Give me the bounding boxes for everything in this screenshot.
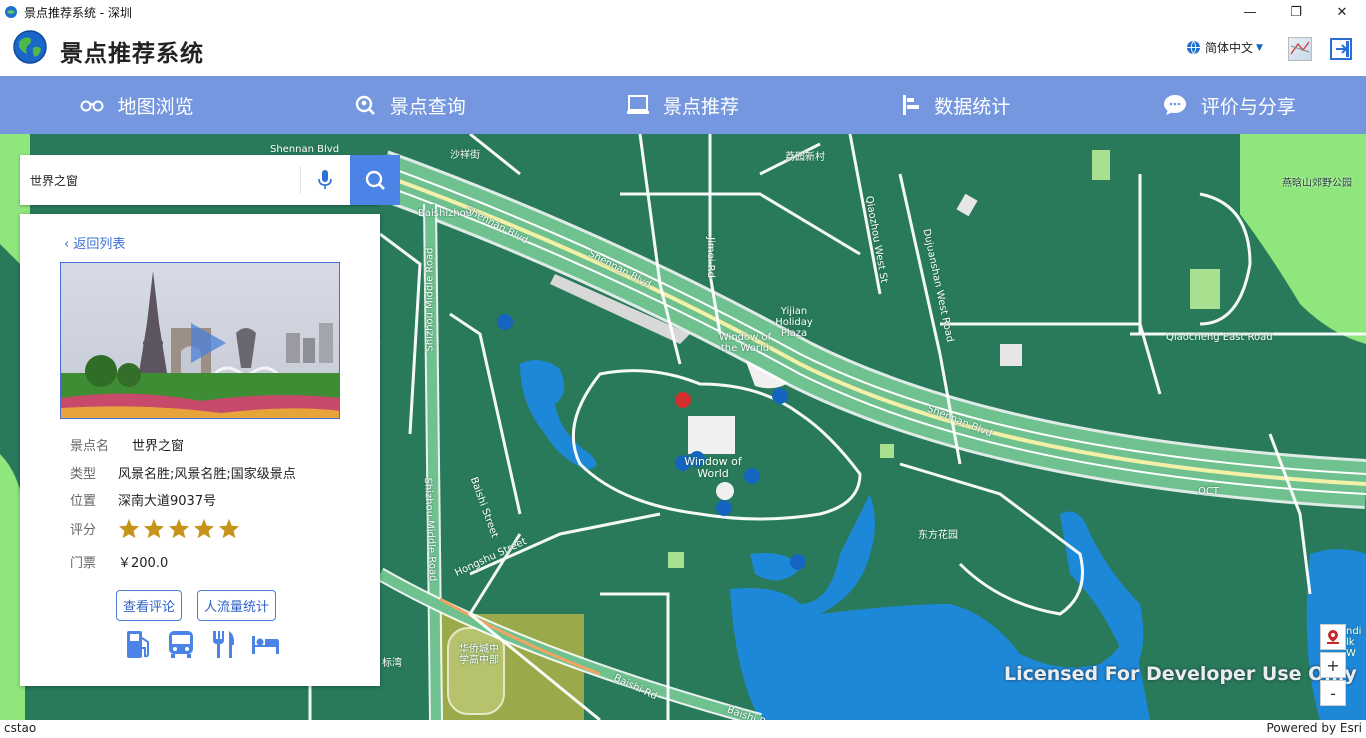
search-icon (365, 170, 385, 190)
action-buttons: 查看评论 人流量统计 (116, 590, 277, 621)
globe-icon (1187, 40, 1200, 55)
back-to-list-link[interactable]: ‹ 返回列表 (64, 233, 125, 252)
star-icon (168, 518, 190, 539)
hotel-icon[interactable] (250, 628, 280, 660)
search-input[interactable] (20, 155, 280, 205)
main-nav: 地图浏览 景点查询 景点推荐 数据统计 评价与分享 (0, 76, 1366, 134)
status-bar: cstao Powered by Esri (0, 720, 1366, 738)
map-label: Window of World (684, 455, 742, 480)
back-label: 返回列表 (73, 237, 126, 252)
map-label: 东方花园 (918, 530, 958, 541)
map-label: 标湾 (382, 658, 402, 669)
type-label: 类型 (70, 467, 97, 482)
nav-recommend[interactable]: 景点推荐 (546, 76, 819, 134)
map-label: Qiaocheng East Road (1166, 332, 1273, 343)
zoom-in-button[interactable]: + (1320, 652, 1346, 678)
nav-label: 数据统计 (934, 95, 1011, 118)
map-label: Yijian Holiday Plaza (775, 306, 813, 339)
nearby-facilities (124, 628, 280, 660)
map-label: 荔园新村 (785, 152, 825, 163)
bar-chart-icon (903, 95, 920, 115)
close-button[interactable]: ✕ (1319, 0, 1365, 24)
search-button[interactable] (350, 155, 400, 205)
map-controls: + - (1320, 624, 1346, 708)
nav-label: 地图浏览 (117, 95, 194, 118)
logout-icon[interactable] (1329, 37, 1353, 61)
gas-station-icon[interactable] (124, 628, 154, 660)
star-icon (143, 518, 165, 539)
license-watermark: Licensed For Developer Use Only (1004, 663, 1357, 685)
app-icon (5, 6, 17, 18)
current-user: cstao (4, 721, 37, 735)
poi-name: 世界之窗 (132, 439, 185, 454)
microphone-icon (317, 170, 332, 189)
chevron-left-icon: ‹ (64, 237, 74, 252)
attribution: Powered by Esri (1266, 721, 1362, 735)
poi-rating-row: 评分 (70, 518, 240, 539)
poi-photo-image (61, 263, 339, 418)
rating-label: 评分 (70, 523, 97, 538)
basemap-switch-button[interactable] (1288, 37, 1312, 61)
name-label: 景点名 (70, 439, 110, 454)
ticket-label: 门票 (70, 556, 97, 571)
poi-ticket-price: ￥200.0 (118, 556, 169, 571)
map-label: 沙祥街 (450, 150, 480, 161)
globe-logo-icon (13, 30, 47, 64)
poi-ticket-row: 门票 ￥200.0 (70, 552, 168, 571)
map-label: 燕晗山郊野公园 (1282, 178, 1352, 189)
chat-bubble-icon (1163, 95, 1186, 115)
zoom-out-button[interactable]: - (1320, 680, 1346, 706)
map-label: Shizhou Middle Road (424, 247, 436, 352)
location-label: 位置 (70, 494, 97, 509)
view-reviews-button[interactable]: 查看评论 (116, 590, 183, 621)
language-label: 简体中文 (1205, 41, 1254, 55)
nav-poi-search[interactable]: 景点查询 (273, 76, 546, 134)
maximize-button[interactable]: ❐ (1273, 0, 1319, 24)
star-icon (118, 518, 140, 539)
nav-label: 景点查询 (389, 95, 466, 118)
app-header: 景点推荐系统 简体中文 ▼ (0, 24, 1366, 76)
location-pin-icon (1327, 630, 1339, 644)
map-label: 华侨城中学高中部 (459, 644, 499, 666)
chevron-down-icon: ▼ (1256, 42, 1263, 53)
search-location-icon (355, 95, 375, 115)
search-bar (20, 155, 400, 205)
nav-label: 景点推荐 (663, 95, 740, 118)
map-label: ndi lk W (1346, 626, 1362, 659)
nav-map-browse[interactable]: 地图浏览 (0, 76, 273, 134)
star-icon (193, 518, 215, 539)
nav-review-share[interactable]: 评价与分享 (1093, 76, 1366, 134)
locate-button[interactable] (1320, 624, 1346, 650)
rating-stars (118, 518, 240, 539)
map-label: Shennan Blvd (270, 144, 340, 155)
nav-label: 评价与分享 (1200, 95, 1296, 118)
poi-type: 风景名胜;风景名胜;国家级景点 (118, 467, 296, 482)
monitor-icon (627, 95, 649, 114)
map-label: OCT (1198, 486, 1219, 497)
poi-location: 深南大道9037号 (118, 494, 217, 509)
nav-statistics[interactable]: 数据统计 (820, 76, 1093, 134)
app-title: 景点推荐系统 (60, 41, 204, 67)
glasses-icon (80, 100, 104, 112)
visitor-flow-button[interactable]: 人流量统计 (197, 590, 277, 621)
poi-photo (60, 262, 340, 419)
star-icon (218, 518, 240, 539)
window-titlebar: 景点推荐系统 - 深圳 (0, 0, 1366, 24)
minimize-button[interactable]: — (1227, 0, 1273, 24)
map-thumbnail-icon (1290, 41, 1310, 55)
voice-search-button[interactable] (300, 166, 348, 194)
poi-name-row: 景点名 世界之窗 (70, 435, 184, 454)
map-label: Window of the World (718, 332, 772, 354)
language-selector[interactable]: 简体中文 ▼ (1186, 39, 1263, 56)
poi-location-row: 位置 深南大道9037号 (70, 490, 216, 509)
bus-icon[interactable] (166, 628, 196, 660)
window-title: 景点推荐系统 - 深圳 (24, 5, 132, 20)
poi-type-row: 类型 风景名胜;风景名胜;国家级景点 (70, 463, 296, 482)
poi-detail-panel: ‹ 返回列表 景点名 世界之窗 类型 风景名胜;风景名胜;国家级景点 位置 深南… (20, 214, 380, 686)
map-label: Jimei Rd (704, 237, 716, 278)
restaurant-icon[interactable] (208, 628, 238, 660)
